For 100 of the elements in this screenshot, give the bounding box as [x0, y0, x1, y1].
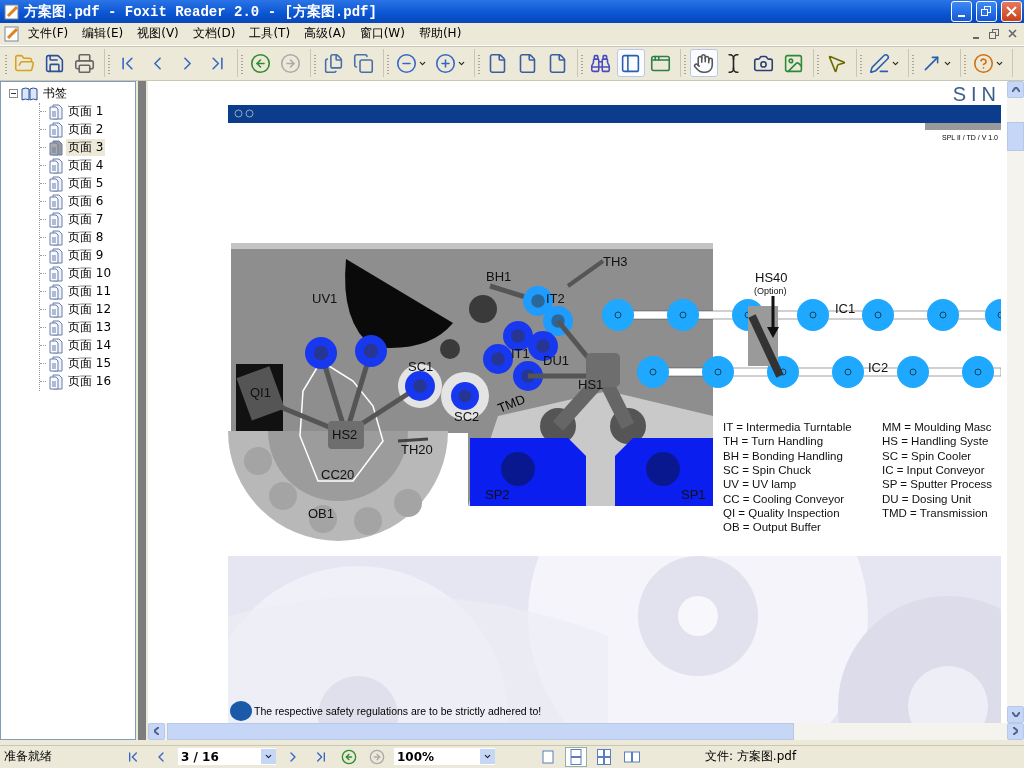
legend-entry: IT = Intermedia Turntable	[723, 420, 852, 433]
diagram-label: HS2	[332, 426, 358, 442]
collapse-toggle[interactable]	[9, 89, 18, 99]
diagram-label: OB1	[308, 505, 334, 521]
tree-item[interactable]: 页面 5	[66, 175, 106, 193]
toolbar-button[interactable]	[690, 49, 718, 78]
printer-icon	[74, 52, 95, 74]
page-icon	[48, 229, 64, 246]
tree-item[interactable]: 页面 8	[66, 229, 106, 247]
menu-item[interactable]: 文件(F)	[22, 24, 75, 44]
legend-entry: QI = Quality Inspection	[723, 506, 840, 519]
page-icon	[487, 52, 508, 74]
legend-entry: IC = Input Conveyor	[882, 463, 985, 476]
menu-item[interactable]: 高级(A)	[298, 24, 352, 44]
scroll-down-button[interactable]	[1007, 705, 1024, 723]
legend-entry: OB = Output Buffer	[723, 520, 821, 533]
zoom-out-icon	[396, 52, 417, 74]
scroll-left-button[interactable]	[148, 722, 165, 740]
tree-item[interactable]: 页面 1	[66, 103, 106, 121]
page-icon	[48, 175, 64, 192]
legend-entry: DU = Dosing Unit	[882, 492, 972, 505]
diagram-label: CC20	[321, 466, 355, 482]
zoom-field[interactable]: 100%	[394, 748, 495, 766]
tree-item[interactable]: 页面 15	[66, 355, 114, 373]
legend-entry: SC = Spin Cooler	[882, 449, 972, 462]
diagram-label: IC2	[868, 359, 889, 375]
menu-item[interactable]: 窗口(W)	[353, 24, 411, 44]
splitter[interactable]	[136, 80, 148, 740]
single-page-icon	[542, 749, 554, 764]
scroll-thumb[interactable]	[1007, 122, 1024, 152]
book-icon	[21, 86, 38, 102]
menu-item[interactable]: 视图(V)	[131, 24, 185, 44]
page-icon	[48, 139, 64, 156]
diagram-label: SP2	[485, 486, 510, 502]
status-text: 准备就绪	[4, 748, 53, 766]
safety-note: The respective safety regulations are to be strictly adhered to!	[254, 704, 542, 717]
circles-icon	[234, 109, 256, 119]
restore-button[interactable]	[976, 1, 997, 23]
restore-icon	[981, 6, 992, 18]
tree-item[interactable]: 书签	[41, 85, 69, 103]
page-icon	[48, 337, 64, 354]
diagram-label: TMD	[495, 391, 528, 416]
diagram-label: SC1	[408, 358, 434, 374]
menu-item[interactable]: 帮助(H)	[412, 24, 468, 44]
document-edit-icon	[4, 25, 20, 42]
toolbar-button[interactable]	[617, 49, 645, 78]
tree-item[interactable]: 页面 12	[66, 301, 114, 319]
page-icon	[48, 247, 64, 264]
tree-item[interactable]: 页面 10	[66, 265, 114, 283]
page-icon	[48, 157, 64, 174]
page-number-field[interactable]: 3 / 16	[178, 748, 276, 766]
tree-item[interactable]: 页面 2	[66, 121, 106, 139]
facing-continuous-icon	[597, 748, 611, 765]
diagram-label: DU1	[543, 352, 569, 368]
hand-icon	[693, 52, 714, 74]
tree-item[interactable]: 页面 11	[66, 283, 114, 301]
diagram-label: TH20	[401, 441, 433, 457]
window-title: 方案图.pdf - Foxit Reader 2.0 - [方案图.pdf]	[24, 2, 378, 21]
minimize-icon	[958, 14, 965, 17]
document-edit-icon	[4, 3, 20, 20]
scroll-right-button[interactable]	[1007, 722, 1024, 740]
image-icon	[783, 52, 804, 74]
minimize-button[interactable]	[951, 1, 972, 23]
open-folder-icon	[14, 52, 35, 74]
page-icon	[48, 121, 64, 138]
close-icon	[1007, 29, 1017, 39]
close-button[interactable]	[1001, 1, 1022, 23]
page-icon	[48, 355, 64, 372]
page-icon	[48, 373, 64, 390]
tree-item[interactable]: 页面 14	[66, 337, 114, 355]
menu-item[interactable]: 工具(T)	[243, 24, 297, 44]
tree-item[interactable]: 页面 7	[66, 211, 106, 229]
tree-item[interactable]: 页面 3	[66, 139, 106, 157]
tree-item[interactable]: 页面 6	[66, 193, 106, 211]
forward-icon	[280, 52, 301, 74]
legend-entry: HS = Handling Syste	[882, 434, 989, 447]
bullet-icon	[230, 700, 252, 721]
view-mode-button[interactable]	[565, 746, 587, 767]
menu-item[interactable]: 文档(D)	[186, 24, 242, 44]
logo: SIN	[952, 83, 1001, 107]
tree-item[interactable]: 页面 16	[66, 373, 114, 391]
diagram-label: (Option)	[754, 285, 787, 296]
back-icon	[250, 52, 271, 74]
close-icon	[1006, 6, 1017, 18]
menu-item[interactable]: 编辑(E)	[76, 24, 130, 44]
pen-icon	[869, 52, 890, 74]
rotate-pages-icon	[323, 52, 344, 74]
page-icon	[48, 103, 64, 120]
diagram-label: IT1	[511, 345, 530, 361]
file-name-text: 文件: 方案图.pdf	[705, 748, 797, 766]
tree-item[interactable]: 页面 4	[66, 157, 106, 175]
page-icon	[517, 52, 538, 74]
legend-entry: UV = UV lamp	[723, 477, 797, 490]
page-icon	[48, 211, 64, 228]
page-icon	[48, 283, 64, 300]
tree-item[interactable]: 页面 9	[66, 247, 106, 265]
legend-entry: SP = Sputter Process	[882, 477, 993, 490]
back-icon	[341, 748, 357, 765]
tree-item[interactable]: 页面 13	[66, 319, 114, 337]
page-icon	[547, 52, 568, 74]
